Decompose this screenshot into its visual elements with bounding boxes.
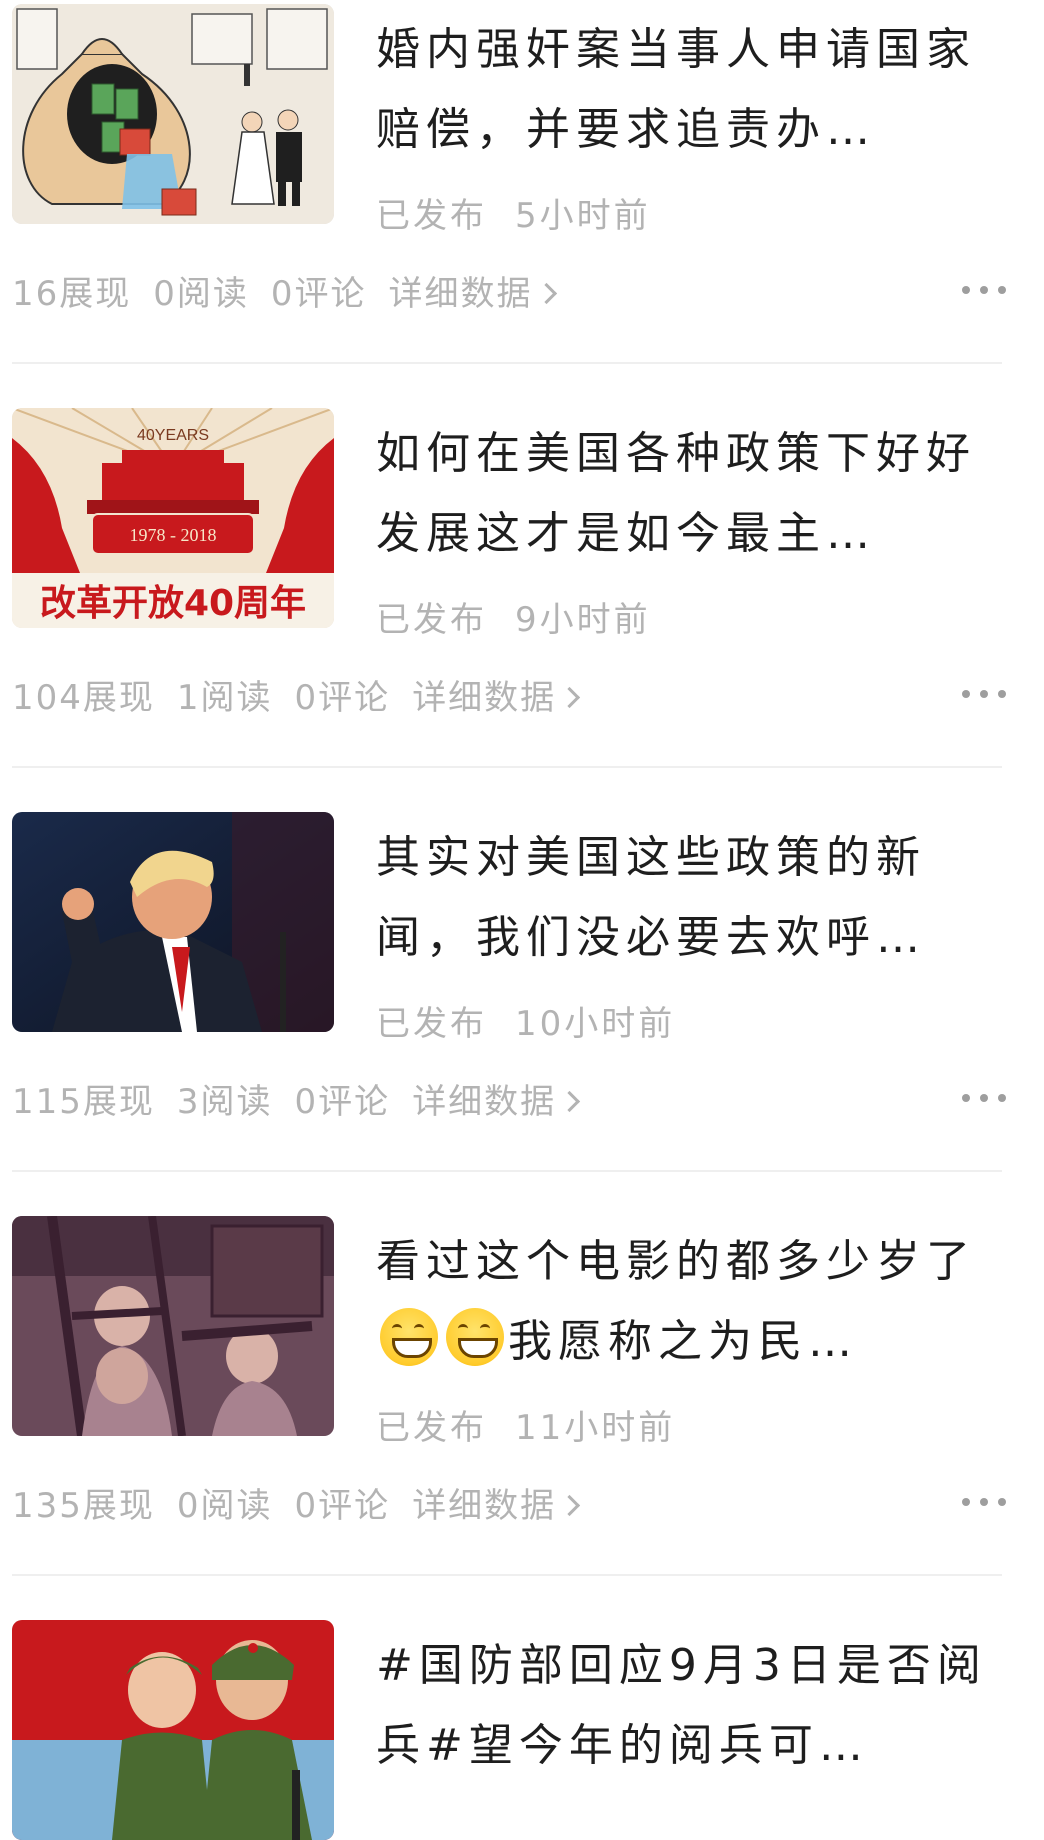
impressions-count: 115展现 bbox=[12, 1082, 155, 1122]
publish-status: 已发布 bbox=[376, 600, 487, 640]
article-title[interactable]: 如何在美国各种政策下好好发展这才是如今最主… bbox=[376, 414, 996, 574]
article-title[interactable]: 婚内强奸案当事人申请国家赔偿，并要求追责办… bbox=[376, 10, 996, 170]
publish-time: 11小时前 bbox=[515, 1408, 676, 1448]
article-stats: 115展现 3阅读 0评论 详细数据 bbox=[12, 1074, 581, 1123]
publish-time: 10小时前 bbox=[515, 1004, 676, 1044]
publish-time: 5小时前 bbox=[515, 196, 651, 236]
article-card[interactable]: 40YEARS 1978 - 2018 改革开放40周年 如何在美国各种政策下好… bbox=[12, 408, 1012, 738]
poster-years-text: 40YEARS bbox=[137, 427, 209, 444]
movie-still bbox=[12, 1216, 334, 1436]
detail-data-label: 详细数据 bbox=[412, 678, 557, 718]
article-title[interactable]: #国防部回应9月3日是否阅兵#望今年的阅兵可… bbox=[376, 1626, 996, 1786]
poster-span-text: 1978 - 2018 bbox=[130, 525, 217, 545]
article-stats: 135展现 0阅读 0评论 详细数据 bbox=[12, 1478, 581, 1527]
divider bbox=[12, 766, 1002, 768]
grinning-face-emoji bbox=[446, 1308, 504, 1366]
detail-data-label: 详细数据 bbox=[388, 274, 533, 314]
article-stats: 16展现 0阅读 0评论 详细数据 bbox=[12, 266, 557, 315]
more-dots-icon[interactable] bbox=[962, 684, 1012, 704]
money-bag-illustration bbox=[12, 4, 334, 224]
detail-data-link[interactable]: 详细数据 bbox=[388, 274, 557, 314]
reads-count: 0阅读 bbox=[176, 1486, 273, 1526]
reads-count: 0阅读 bbox=[153, 274, 249, 314]
more-dots-icon[interactable] bbox=[962, 280, 1012, 300]
reads-count: 3阅读 bbox=[176, 1082, 273, 1122]
title-text-part2: 我愿称之为民… bbox=[508, 1316, 858, 1367]
chevron-right-icon bbox=[559, 686, 581, 709]
chevron-right-icon bbox=[559, 1090, 581, 1113]
divider bbox=[12, 1170, 1002, 1172]
article-thumbnail[interactable] bbox=[12, 812, 334, 1032]
impressions-count: 16展现 bbox=[12, 274, 132, 314]
impressions-count: 104展现 bbox=[12, 678, 155, 718]
divider bbox=[12, 362, 1002, 364]
publish-status: 已发布 bbox=[376, 196, 487, 236]
soldier-poster bbox=[12, 1620, 334, 1840]
article-thumbnail[interactable] bbox=[12, 1620, 334, 1840]
title-text-part1: 看过这个电影的都多少岁了 bbox=[376, 1236, 976, 1287]
detail-data-label: 详细数据 bbox=[412, 1082, 557, 1122]
chevron-right-icon bbox=[559, 1494, 581, 1517]
publish-status: 已发布 bbox=[376, 1408, 487, 1448]
comments-count: 0评论 bbox=[294, 1082, 391, 1122]
grinning-face-emoji bbox=[380, 1308, 438, 1366]
comments-count: 0评论 bbox=[270, 274, 367, 314]
article-thumbnail[interactable] bbox=[12, 1216, 334, 1436]
comments-count: 0评论 bbox=[294, 1486, 391, 1526]
impressions-count: 135展现 bbox=[12, 1486, 155, 1526]
detail-data-link[interactable]: 详细数据 bbox=[412, 678, 581, 718]
more-dots-icon[interactable] bbox=[962, 1492, 1012, 1512]
article-title[interactable]: 看过这个电影的都多少岁了我愿称之为民… bbox=[376, 1222, 996, 1382]
speaker-photo bbox=[12, 812, 334, 1032]
reads-count: 1阅读 bbox=[176, 678, 273, 718]
comments-count: 0评论 bbox=[294, 678, 391, 718]
article-thumbnail[interactable] bbox=[12, 4, 334, 224]
article-card[interactable]: 其实对美国这些政策的新闻，我们没必要去欢呼… 已发布 10小时前 115展现 3阅读… bbox=[12, 812, 1012, 1142]
article-meta: 已发布 9小时前 bbox=[376, 592, 651, 641]
article-stats: 104展现 1阅读 0评论 详细数据 bbox=[12, 670, 581, 719]
publish-time: 9小时前 bbox=[515, 600, 651, 640]
publish-status: 已发布 bbox=[376, 1004, 487, 1044]
reform-anniversary-poster: 40YEARS 1978 - 2018 改革开放40周年 bbox=[12, 408, 334, 628]
divider bbox=[12, 1574, 1002, 1576]
article-card[interactable]: 婚内强奸案当事人申请国家赔偿，并要求追责办… 已发布 5小时前 16展现 0阅读 0评… bbox=[12, 4, 1012, 334]
article-meta: 已发布 11小时前 bbox=[376, 1400, 675, 1449]
article-meta: 已发布 5小时前 bbox=[376, 188, 651, 237]
article-card[interactable]: #国防部回应9月3日是否阅兵#望今年的阅兵可… bbox=[12, 1620, 1012, 1840]
article-feed: 婚内强奸案当事人申请国家赔偿，并要求追责办… 已发布 5小时前 16展现 0阅读 0评… bbox=[0, 0, 1044, 1840]
chevron-right-icon bbox=[535, 282, 557, 305]
poster-banner-text: 改革开放40周年 bbox=[40, 583, 306, 624]
detail-data-link[interactable]: 详细数据 bbox=[412, 1082, 581, 1122]
detail-data-label: 详细数据 bbox=[412, 1486, 557, 1526]
article-meta: 已发布 10小时前 bbox=[376, 996, 675, 1045]
article-card[interactable]: 看过这个电影的都多少岁了我愿称之为民… 已发布 11小时前 135展现 0阅读 0评论… bbox=[12, 1216, 1012, 1546]
article-thumbnail[interactable]: 40YEARS 1978 - 2018 改革开放40周年 bbox=[12, 408, 334, 628]
article-title[interactable]: 其实对美国这些政策的新闻，我们没必要去欢呼… bbox=[376, 818, 996, 978]
more-dots-icon[interactable] bbox=[962, 1088, 1012, 1108]
detail-data-link[interactable]: 详细数据 bbox=[412, 1486, 581, 1526]
